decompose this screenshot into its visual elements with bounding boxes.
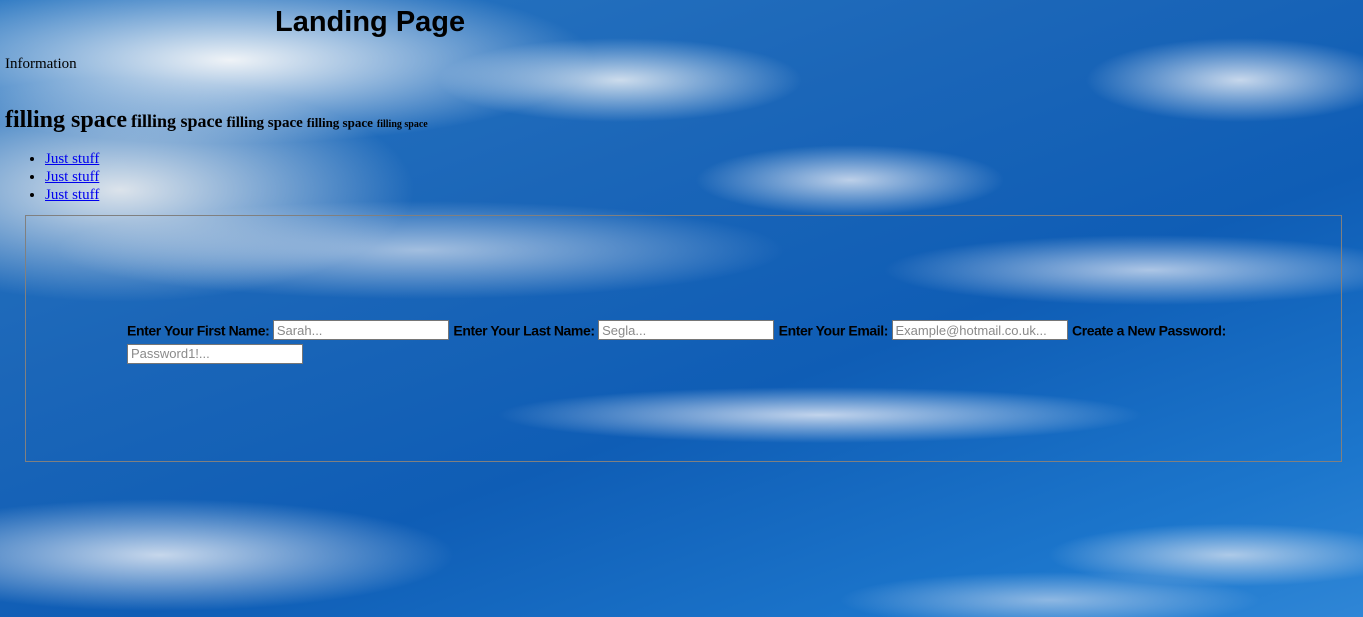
page-title: Landing Page [275, 6, 466, 38]
signup-form-box: Enter Your First Name: Enter Your Last N… [25, 215, 1342, 462]
filler-heading: filling space filling space filling spac… [5, 106, 428, 139]
link-list: Just stuff Just stuff Just stuff [5, 150, 99, 204]
email-label: Enter Your Email: [778, 322, 889, 339]
email-input[interactable] [891, 320, 1068, 341]
just-stuff-link-1[interactable]: Just stuff [45, 151, 99, 167]
filler-text-1: filling space [5, 107, 128, 133]
just-stuff-link-3[interactable]: Just stuff [45, 187, 99, 203]
list-item: Just stuff [45, 186, 99, 204]
filler-text-5: filling space [376, 119, 428, 130]
information-text: Information [5, 56, 77, 72]
last-name-input[interactable] [598, 320, 775, 341]
first-name-label: Enter Your First Name: [127, 322, 270, 339]
password-input[interactable] [127, 343, 303, 364]
filler-text-4: filling space [306, 115, 373, 130]
just-stuff-link-2[interactable]: Just stuff [45, 169, 99, 185]
list-item: Just stuff [45, 168, 99, 186]
list-item: Just stuff [45, 150, 99, 168]
filler-text-3: filling space [226, 115, 303, 131]
last-name-label: Enter Your Last Name: [453, 322, 595, 339]
landing-page: { "header": { "title": "Landing Page" },… [0, 0, 1363, 617]
filler-text-2: filling space [131, 111, 223, 131]
first-name-input[interactable] [272, 320, 449, 341]
signup-form: Enter Your First Name: Enter Your Last N… [127, 318, 1237, 364]
password-label: Create a New Password: [1072, 322, 1226, 339]
